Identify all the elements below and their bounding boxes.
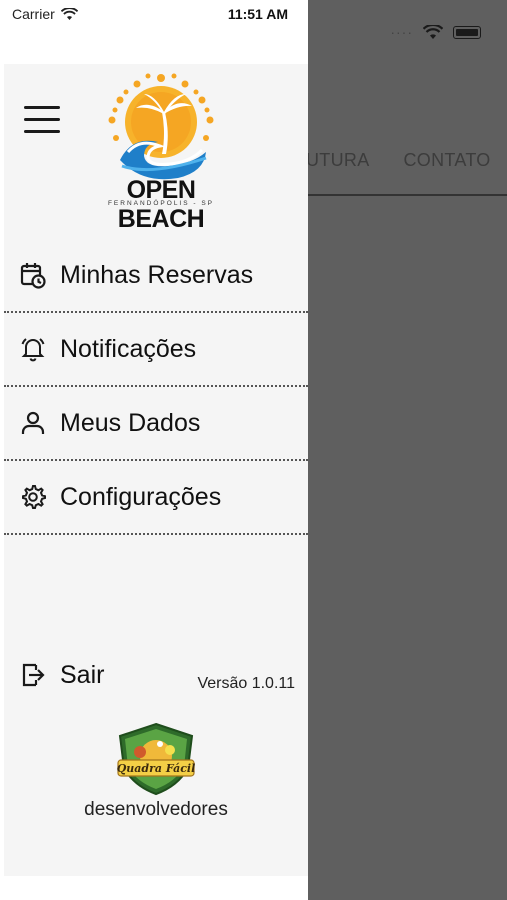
developers-label: desenvolvedores (84, 799, 228, 820)
background-nav-divider (307, 194, 507, 196)
background-nav-tabs: UTURA CONTATO (300, 150, 507, 180)
background-status-icons: ···· (390, 24, 481, 40)
carrier-text: Carrier (12, 6, 55, 22)
menu-item-minhas-reservas[interactable]: Minhas Reservas (4, 239, 308, 313)
menu-item-notificacoes[interactable]: Notificações (4, 313, 308, 387)
menu-item-configuracoes[interactable]: Configurações (4, 461, 308, 535)
logout-icon (18, 660, 48, 690)
logout-label: Sair (60, 660, 105, 689)
calendar-clock-icon (18, 260, 48, 290)
wifi-icon (423, 24, 443, 39)
logo-subtitle: FERNANDÓPOLIS - SP (107, 200, 215, 207)
menu-item-label: Meus Dados (60, 408, 201, 437)
open-beach-logo: OPEN BEACH FERNANDÓPOLIS - SP (82, 72, 240, 233)
menu-item-label: Notificações (60, 334, 197, 363)
user-icon (18, 408, 48, 438)
side-drawer: Carrier 11:51 AM OPEN BEACH FERNANDÓPOLI… (0, 0, 308, 900)
gear-icon (18, 482, 48, 512)
status-bar: Carrier 11:51 AM (0, 0, 308, 30)
status-time: 11:51 AM (227, 6, 288, 22)
quadra-facil-logo[interactable]: Quadra Fácil (112, 722, 200, 796)
battery-icon (453, 25, 481, 39)
logout-button[interactable]: Sair (18, 660, 104, 690)
bg-tab-estrutura: UTURA (306, 150, 370, 170)
signal-dots-icon: ···· (390, 24, 413, 40)
bottom-safe-area (0, 876, 308, 900)
wifi-icon (60, 7, 78, 20)
bell-icon (18, 334, 48, 364)
carrier-label: Carrier (12, 6, 78, 22)
menu-item-label: Configurações (60, 482, 222, 511)
quadra-facil-badge-text: Quadra Fácil (117, 762, 196, 775)
drawer-panel: OPEN BEACH FERNANDÓPOLIS - SP Minhas Res… (4, 64, 308, 876)
menu-item-label: Minhas Reservas (60, 260, 254, 289)
sun-palm-wave-icon (108, 73, 214, 180)
bg-tab-contato: CONTATO (403, 150, 491, 170)
app-version: Versão 1.0.11 (197, 675, 295, 692)
drawer-menu: Minhas Reservas Notificações Meus Dados … (4, 239, 308, 535)
menu-toggle-button[interactable] (24, 106, 62, 134)
menu-item-meus-dados[interactable]: Meus Dados (4, 387, 308, 461)
